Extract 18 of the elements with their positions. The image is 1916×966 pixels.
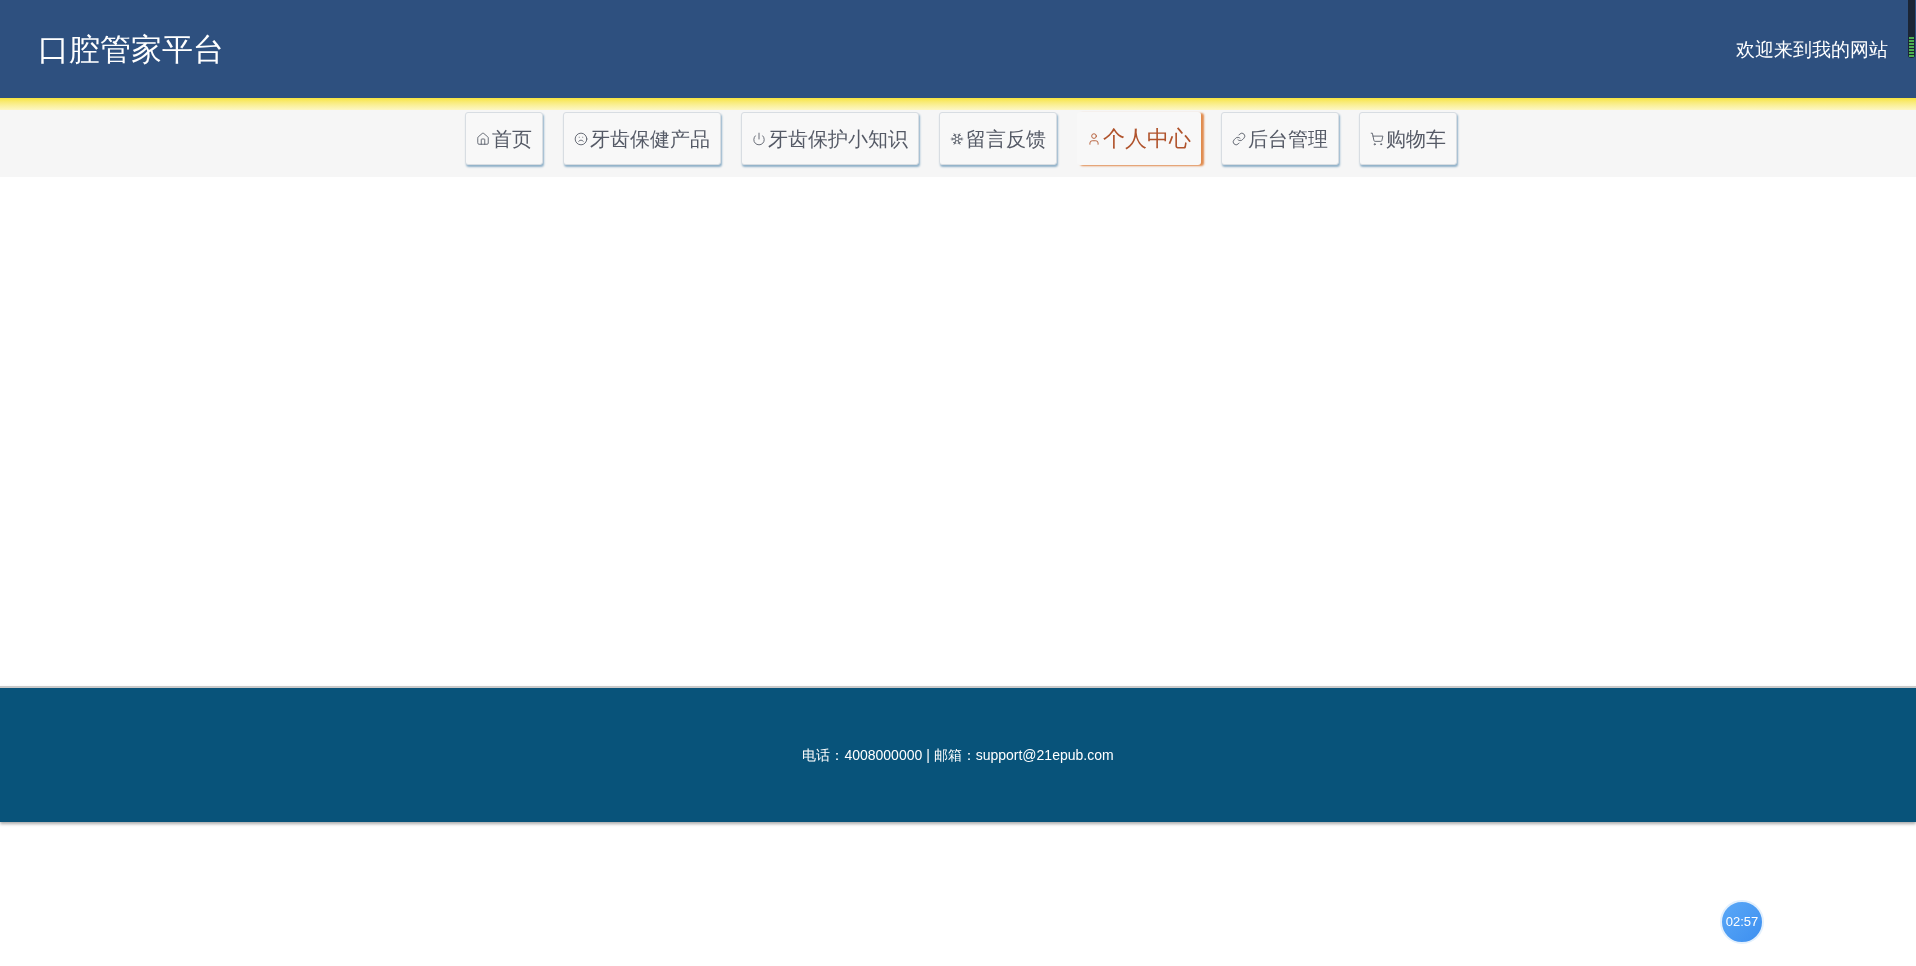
user-icon	[1087, 131, 1101, 146]
link-icon	[1232, 131, 1246, 146]
nav-tab[interactable]: 后台管理	[1221, 112, 1339, 165]
cart-icon	[1370, 131, 1384, 146]
meter-icon	[1908, 0, 1915, 58]
home-icon	[476, 131, 490, 146]
face-icon	[574, 131, 588, 146]
nav-tab[interactable]: 个人中心	[1077, 112, 1201, 165]
contact-text: 电话：4008000000 | 邮箱：support@21epub.com	[802, 745, 1114, 765]
nav-tab[interactable]: 首页	[465, 112, 543, 165]
nav-tab[interactable]: 留言反馈	[939, 112, 1057, 165]
nav-tab[interactable]: 购物车	[1359, 112, 1457, 165]
nav-tab[interactable]: 牙齿保健产品	[563, 112, 721, 165]
nav-tab[interactable]: 牙齿保护小知识	[741, 112, 919, 165]
snowflake-icon	[950, 131, 964, 146]
welcome-text: 欢迎来到我的网站	[1736, 36, 1888, 62]
site-title: 口腔管家平台	[38, 29, 224, 69]
power-icon	[752, 131, 766, 146]
